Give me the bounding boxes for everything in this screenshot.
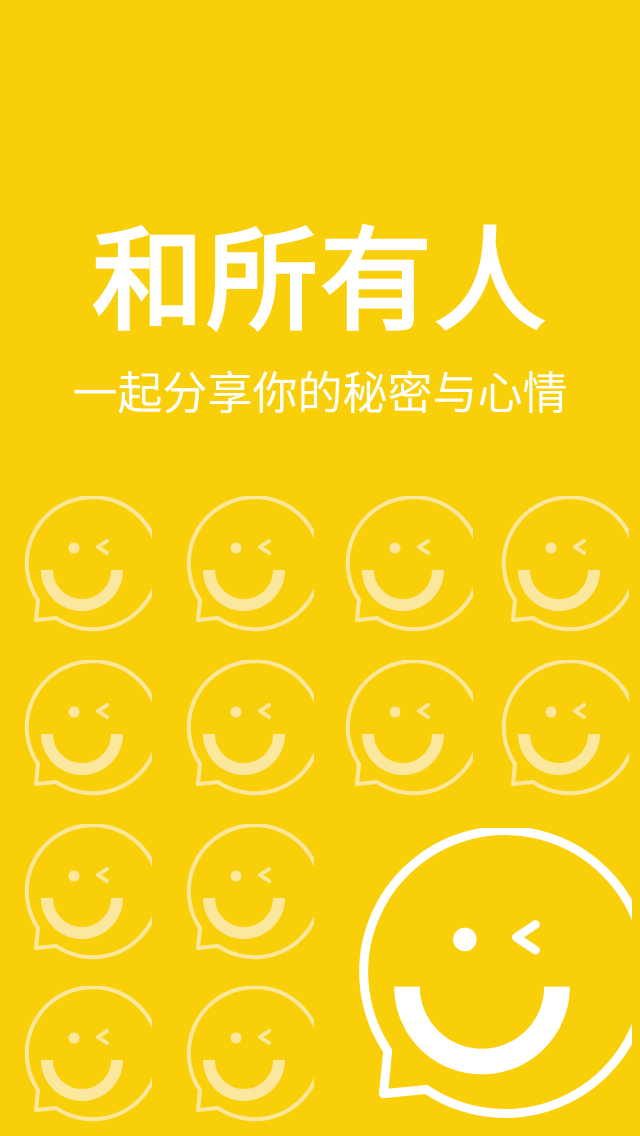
splash-screen: 和所有人 一起分享你的秘密与心情 xyxy=(0,0,640,1136)
smiley-icon xyxy=(489,660,629,800)
smiley-icon xyxy=(174,824,314,964)
smiley-icon xyxy=(333,496,473,636)
subheadline: 一起分享你的秘密与心情 xyxy=(72,367,568,420)
smiley-icon xyxy=(489,496,629,636)
smiley-icon xyxy=(12,496,152,636)
smiley-icon xyxy=(333,660,473,800)
smiley-icon xyxy=(174,986,314,1126)
smiley-icon xyxy=(12,824,152,964)
smiley-icon xyxy=(12,660,152,800)
smiley-icon xyxy=(174,496,314,636)
smiley-icon xyxy=(174,660,314,800)
app-logo-icon xyxy=(332,828,632,1128)
headline: 和所有人 xyxy=(92,217,548,347)
smiley-icon xyxy=(12,986,152,1126)
